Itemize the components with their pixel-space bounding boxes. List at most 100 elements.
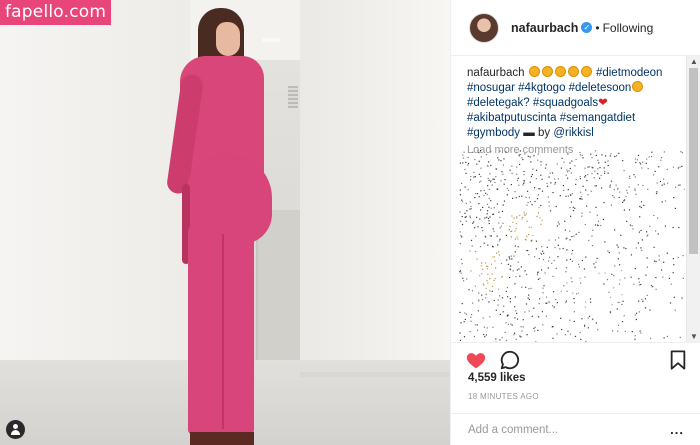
noise-dot [552,337,554,339]
noise-dot [462,277,464,279]
hashtag-link[interactable]: #gymbody [467,127,520,139]
likes-count[interactable]: 4,559 likes [468,372,526,384]
noise-dot [479,246,482,248]
noise-dot [473,171,475,173]
noise-dot [621,294,623,296]
noise-dot [629,224,631,226]
hashtag-link[interactable]: #akibatputuscinta #semangatdiet [467,112,635,124]
noise-dot [555,267,557,269]
post-photo[interactable]: fapello.com [0,0,450,445]
following-button[interactable]: Following [603,21,654,35]
heart-filled-icon[interactable] [465,349,487,371]
noise-dot [594,170,596,172]
noise-dot [580,282,582,284]
noise-dot [577,292,579,294]
noise-dot [527,190,529,192]
noise-dot [588,239,590,242]
noise-dot [578,266,580,268]
bookmark-icon[interactable] [669,349,687,370]
noise-dot [525,196,527,198]
noise-dot [571,193,573,195]
noise-dot [625,195,627,198]
add-comment-input[interactable]: Add a comment... [468,424,670,436]
noise-dot [680,151,682,153]
noise-dot [592,167,594,169]
noise-dot [584,167,586,169]
noise-dot [551,262,553,264]
noise-dot [565,271,567,273]
noise-dot [566,290,568,292]
noise-dot [658,255,660,257]
noise-dot [623,170,625,172]
avatar[interactable] [469,12,499,43]
noise-dot [488,188,490,191]
noise-dot [638,278,640,280]
noise-dot [509,298,511,300]
noise-dot [473,221,475,223]
noise-dot [568,170,570,172]
noise-dot [584,325,586,328]
noise-dot [545,296,548,298]
noise-dot [521,286,523,288]
noise-dot [560,167,562,169]
noise-dot [498,222,500,224]
noise-dot [497,244,499,246]
noise-dot [511,172,513,175]
noise-dot [652,285,654,287]
noise-dot [545,315,547,317]
noise-dot [530,226,532,228]
noise-dot [490,200,492,202]
hashtag-link[interactable]: #deletegak? #squadgoals [467,97,598,109]
speech-bubble-icon[interactable] [499,349,521,371]
noise-dot [563,189,565,191]
noise-dot [483,194,485,197]
noise-dot [483,333,485,336]
noise-dot [564,334,566,336]
hashtag-link[interactable]: #nosugar #4kgtogo #deletesoon [467,82,631,94]
noise-dot [584,176,586,178]
caption-username[interactable]: nafaurbach [467,67,525,79]
noise-dot [590,153,592,155]
user-tag-icon[interactable] [6,420,25,439]
mention-link[interactable]: @rikkisl [553,127,593,139]
noise-dot [493,279,495,282]
noise-dot [505,151,507,153]
noise-dot [604,172,606,174]
noise-dot [478,173,480,175]
noise-dot [519,275,521,277]
noise-dot [554,239,556,241]
noise-dot [657,217,659,219]
scrollbar-thumb[interactable] [689,68,698,254]
noise-dot [491,290,493,292]
noise-dot [571,160,573,162]
noise-dot [511,258,513,260]
caption-by: by [537,127,551,139]
scroll-up-icon[interactable]: ▲ [690,57,698,66]
noise-dot [543,285,545,287]
noise-dot [523,211,525,213]
header-username[interactable]: nafaurbach [511,21,578,35]
noise-dot [599,167,601,169]
noise-dot [462,162,464,164]
noise-dot [495,175,497,178]
comments-scrollbar[interactable]: ▲ ▼ [686,56,700,342]
noise-dot [498,254,500,256]
noise-dot [655,277,657,279]
noise-dot [483,242,485,244]
noise-dot [503,183,505,185]
noise-dot [651,151,653,153]
noise-dot [575,179,577,181]
post-side-panel: nafaurbach ✓ • Following nafaurbach #die… [450,0,700,445]
noise-dot [540,161,542,163]
emoji-icon [580,66,592,77]
noise-dot [619,191,621,193]
noise-dot [569,258,571,260]
more-options-icon[interactable]: ... [670,422,684,437]
noise-dot [572,292,574,294]
noise-dot [518,155,520,157]
noise-dot [617,324,620,326]
hashtag-link[interactable]: #dietmodeon [596,67,663,79]
noise-dot [628,186,630,188]
noise-dot [682,255,684,257]
scroll-down-icon[interactable]: ▼ [690,332,698,341]
